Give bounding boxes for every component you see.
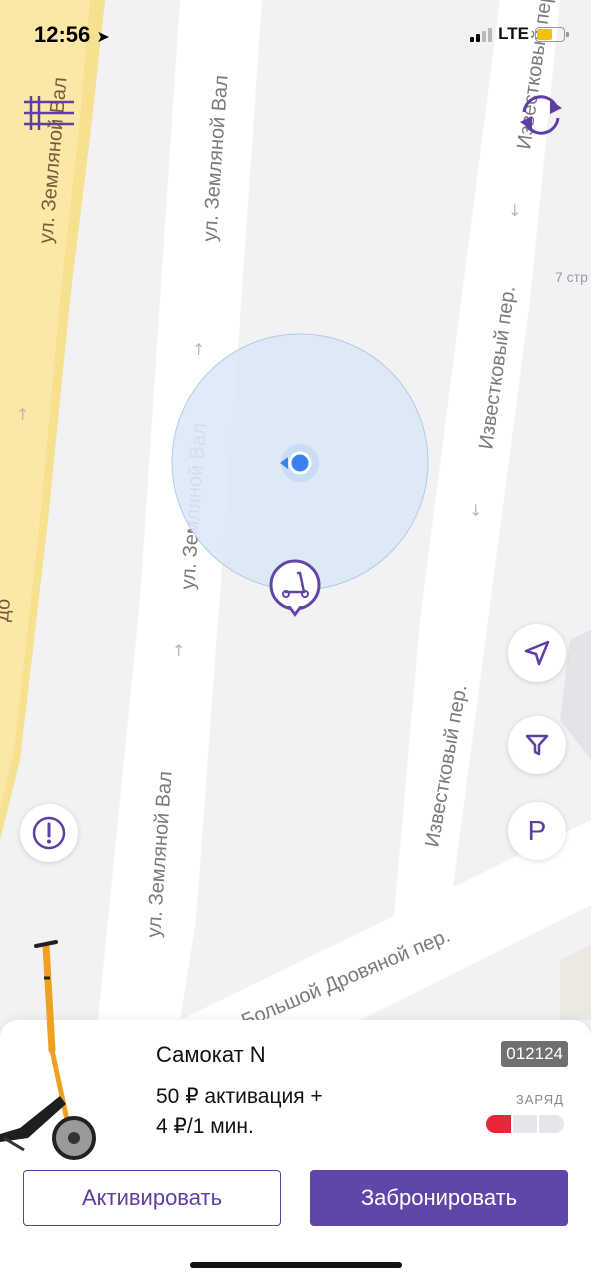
refresh-button[interactable] (516, 92, 566, 138)
scooter-image (0, 940, 96, 1160)
refresh-icon (520, 95, 562, 135)
price-activation: 50 ₽ активация + (156, 1085, 323, 1108)
price-info: 50 ₽ активация + 4 ₽/1 мин. (156, 1082, 323, 1142)
vehicle-code-badge: 012124 (501, 1041, 568, 1067)
status-time: 12:56 ➤ (34, 22, 110, 47)
direction-arrow: ↓ (469, 501, 482, 520)
alert-icon (32, 816, 66, 850)
menu-button[interactable] (24, 94, 76, 132)
street-label: до (0, 598, 15, 623)
battery-icon (535, 26, 569, 42)
direction-arrow: ↑ (16, 405, 29, 424)
direction-arrow: ↑ (192, 340, 205, 359)
parking-button[interactable]: P (508, 802, 566, 860)
vehicle-title: Самокат N (156, 1042, 266, 1067)
parking-icon: P (527, 815, 547, 846)
menu-icon (24, 96, 74, 130)
charge-segment (539, 1115, 565, 1133)
location-services-icon: ➤ (96, 29, 110, 46)
home-indicator[interactable] (190, 1262, 402, 1268)
reserve-button[interactable]: Забронировать (310, 1170, 568, 1226)
status-indicators: LTE (470, 24, 569, 44)
network-type: LTE (498, 24, 529, 43)
report-button[interactable] (20, 804, 78, 862)
charge-indicator (486, 1115, 565, 1133)
locate-me-button[interactable] (508, 624, 566, 682)
activate-button[interactable]: Активировать (23, 1170, 281, 1226)
filter-icon (525, 734, 549, 756)
direction-arrow: ↑ (172, 641, 185, 660)
user-location-dot (288, 451, 312, 475)
price-per-minute: 4 ₽/1 мин. (156, 1115, 254, 1138)
charge-label: ЗАРЯД (515, 1092, 564, 1107)
cellular-signal-icon (470, 26, 493, 42)
charge-segment (512, 1115, 538, 1133)
vehicle-card: Самокат N 012124 50 ₽ активация + 4 ₽/1 … (0, 940, 591, 1280)
filter-button[interactable] (508, 716, 566, 774)
charge-segment (486, 1115, 511, 1133)
building-label: 7 стр (555, 269, 588, 285)
navigation-arrow-icon (524, 640, 550, 666)
direction-arrow: ↓ (508, 201, 521, 220)
